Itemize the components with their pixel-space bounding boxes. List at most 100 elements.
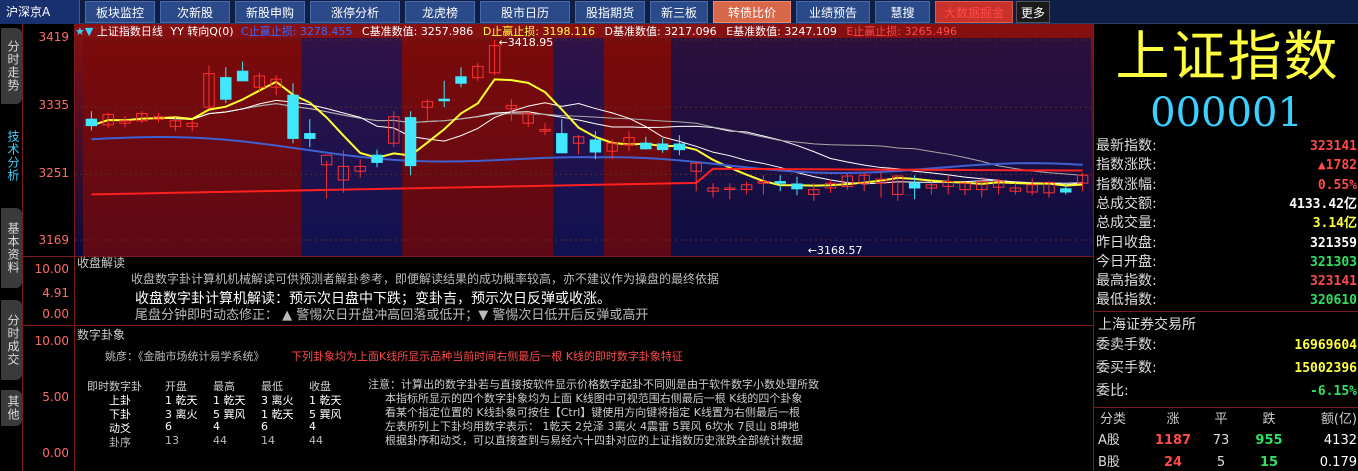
note-line: 根据卦序和动爻，可以直接查到与易经六十四卦对应的上证指数历史涨跌全部统计数据 (385, 434, 803, 447)
legend-yy: YY 转向Q(0) (170, 25, 234, 38)
table-row: 上卦 1 乾天 1 乾天 3 离火 1 乾天 (87, 392, 377, 407)
quote-row: 总成交量: 3.14亿 (1094, 214, 1358, 233)
quote-row: 最新指数: 323141 (1094, 137, 1358, 156)
quote-divider (1094, 311, 1358, 312)
quote-value: 16969604 (1294, 338, 1357, 353)
row-name: 上卦 (109, 394, 131, 407)
legend-c-stop-value: 3278.455 (299, 25, 353, 38)
hexagram-notes: 注意：计算出的数字卦若与直接按软件显示价格数字起卦不同则是由于软件数字小数处理所… (368, 378, 819, 448)
legend-d-stop-value: 3198.116 (542, 25, 596, 38)
legend-e-stop-value: 3265.496 (904, 25, 958, 38)
candle-body (85, 118, 98, 127)
tab-big-data[interactable]: 大数据掘金 (935, 1, 1013, 23)
quote-row: 最低指数: 320610 (1094, 291, 1358, 310)
kline-chart-canvas[interactable]: ←3418.95←3168.57 (75, 24, 1093, 256)
row-down: 955 (1255, 433, 1283, 448)
quote-label: 委卖手数: (1096, 337, 1157, 353)
quote-row: 最高指数: 323141 (1094, 272, 1358, 291)
candle-body (220, 77, 232, 100)
y-tick-2: 3335 (38, 98, 69, 112)
tab-new-stocks[interactable]: 次新股 (160, 1, 230, 23)
tab-neeq[interactable]: 新三板 (650, 1, 708, 23)
quote-label: 委比: (1096, 383, 1129, 399)
quote-label: 指数涨幅: (1096, 176, 1157, 193)
vtab-other[interactable]: 其他 (1, 390, 22, 426)
quote-label: 总成交额: (1096, 195, 1157, 212)
vtab-technical[interactable]: 技术分析 (1, 116, 22, 196)
row-name: 动爻 (109, 422, 131, 435)
quote-label: 最高指数: (1096, 273, 1157, 290)
quote-value: 323141 (1310, 139, 1357, 154)
tab-convertible-bond[interactable]: 转债比价 (713, 1, 791, 23)
tab-limit-up-analysis[interactable]: 涨停分析 (310, 1, 400, 23)
tab-smart-search[interactable]: 慧搜 (875, 1, 930, 23)
y-tick-3: 3251 (38, 166, 69, 180)
candle-body (404, 117, 417, 167)
tab-earnings-forecast[interactable]: 业绩预告 (796, 1, 870, 23)
quote-row: 指数涨跌: ▲1782 (1094, 156, 1358, 175)
tab-more[interactable]: 更多 (1016, 1, 1050, 23)
market-selector[interactable]: 沪深京A (0, 0, 80, 24)
th-low: 最低 (261, 380, 283, 393)
quote-label: 总成交量: (1096, 215, 1157, 232)
table-row[interactable]: B股 24 5 15 0.179 (1094, 452, 1358, 471)
legend-e-stop-label: E止赢止损: (846, 25, 901, 38)
row-up: 24 (1163, 455, 1183, 470)
tab-index-futures[interactable]: 股指期货 (575, 1, 645, 23)
row-open: 3 离火 (165, 408, 198, 421)
candle-body (589, 139, 602, 153)
top-menu-bar: 沪深京A 板块监控 次新股 新股申购 涨停分析 龙虎榜 股市日历 股指期货 新三… (0, 0, 1358, 24)
tab-dragon-tiger-list[interactable]: 龙虎榜 (405, 1, 475, 23)
tab-ipo-subscribe[interactable]: 新股申购 (235, 1, 305, 23)
quote-value: ▲1782 (1317, 158, 1357, 174)
table-row: 动爻 6 4 6 4 (87, 420, 377, 435)
vtab-intraday[interactable]: 分时走势 (1, 28, 22, 104)
candle-body (304, 133, 316, 139)
note-line: 左表所列上下卦均用数字表示： 1乾天 2兑泽 3离火 4震雷 5巽风 6坎水 7… (385, 420, 799, 433)
row-amount: 4132 (1323, 433, 1357, 448)
quote-row: 指数涨幅: 0.55% (1094, 176, 1358, 195)
vtab-intraday-trades[interactable]: 分时成交 (1, 300, 22, 380)
quote-value: 3.14亿 (1312, 216, 1357, 232)
quote-row: 委比: -6.15% (1094, 382, 1358, 401)
vtab-fundamentals[interactable]: 基本资料 (1, 208, 22, 288)
row-down: 15 (1259, 455, 1279, 470)
th-open: 开盘 (165, 380, 187, 393)
quote-row: 今日开盘: 321303 (1094, 253, 1358, 272)
left-vertical-tabs: 分时走势 技术分析 基本资料 分时成交 其他 (0, 24, 23, 471)
panel2-ytick-bottom: 0.00 (42, 446, 69, 460)
tab-sector-monitor[interactable]: 板块监控 (85, 1, 155, 23)
candle-body (673, 143, 686, 151)
candle-body (287, 94, 299, 139)
quote-value: 320610 (1310, 293, 1357, 309)
note-line: 注意：计算出的数字卦若与直接按软件显示价格数字起卦不同则是由于软件数字小数处理所… (368, 378, 819, 391)
candle-body (908, 182, 921, 189)
row-close: 1 乾天 (309, 394, 342, 407)
note-line: 本指标所显示的四个数字卦象均为上面 K线图中可视范围右侧最后一根 K线的四个卦象 (385, 392, 803, 405)
index-code: 000001 (1150, 90, 1303, 136)
panel1-ytick-top: 10.00 (34, 262, 69, 276)
row-flat: 5 (1216, 455, 1226, 470)
drop-icon[interactable]: ▼ (85, 25, 93, 38)
panel1-ytick-bottom: 0.00 (42, 307, 69, 321)
index-name: 上证指数 (1115, 25, 1340, 88)
row-low: 1 乾天 (261, 408, 294, 421)
table-row[interactable]: A股 1187 73 955 4132 (1094, 430, 1358, 452)
legend-e-base-value: 3247.109 (784, 25, 837, 38)
quote-label: 今日开盘: (1096, 253, 1157, 270)
y-axis-line (74, 24, 75, 471)
row-low: 6 (261, 420, 268, 433)
row-close: 4 (309, 420, 316, 433)
row-high: 1 乾天 (213, 394, 246, 407)
candle-body (640, 142, 652, 150)
legend-c-base-value: 3257.986 (420, 25, 474, 38)
row-low: 14 (261, 434, 275, 447)
row-flat: 73 (1212, 433, 1230, 448)
tab-market-calendar[interactable]: 股市日历 (480, 1, 570, 23)
row-amount: 0.179 (1319, 455, 1357, 470)
legend-d-base-value: 3217.096 (664, 25, 717, 38)
chart-legend: ★▼ 上证指数日线 YY 转向Q(0) C止赢止损: 3278.455 C基准数… (75, 24, 957, 39)
star-icon[interactable]: ★ (75, 25, 85, 38)
row-category: B股 (1098, 455, 1120, 470)
row-category: A股 (1098, 433, 1120, 448)
